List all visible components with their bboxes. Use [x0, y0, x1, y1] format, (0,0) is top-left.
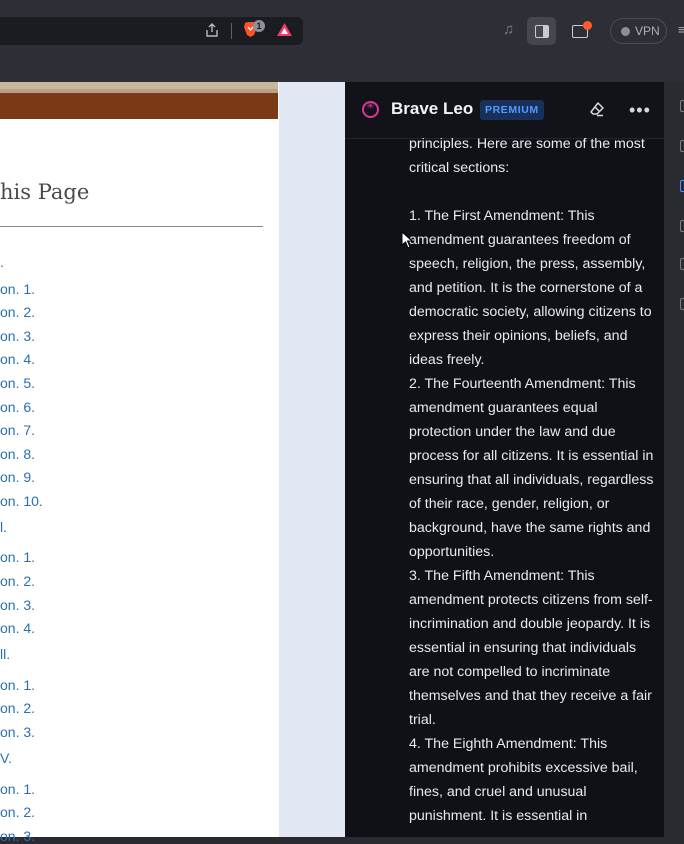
- toc-link[interactable]: on. 7.: [0, 422, 35, 438]
- toc-link[interactable]: on. 6.: [0, 399, 35, 415]
- browser-sidebar-strip: [664, 82, 684, 837]
- brave-rewards-icon[interactable]: [276, 22, 293, 37]
- leo-sidebar-panel: Brave Leo PREMIUM ••• principles. Here a…: [345, 82, 664, 837]
- toc-link[interactable]: on. 9.: [0, 469, 35, 485]
- toc-link[interactable]: on. 10.: [0, 493, 43, 509]
- toc-link[interactable]: on. 4.: [0, 620, 35, 636]
- sidebar-strip-icon[interactable]: [680, 140, 684, 152]
- wallet-notification-dot: [583, 21, 592, 30]
- sidebar-icon: [535, 25, 549, 38]
- toc-link[interactable]: on. 1.: [0, 549, 35, 565]
- toolbar-separator: [231, 23, 232, 39]
- more-options-icon[interactable]: •••: [629, 100, 651, 121]
- leo-header: Brave Leo PREMIUM •••: [345, 82, 664, 139]
- page-banner-image: [0, 82, 278, 119]
- toc-link[interactable]: on. 1.: [0, 281, 35, 297]
- sidebar-strip-icon[interactable]: [680, 298, 684, 310]
- response-item-4: 4. The Eighth Amendment: This amendment …: [409, 736, 638, 824]
- toc-link[interactable]: on. 1.: [0, 677, 35, 693]
- mouse-cursor-icon: [401, 231, 413, 249]
- sidebar-strip-icon[interactable]: [680, 220, 684, 232]
- response-item-3: 3. The Fifth Amendment: This amendment p…: [409, 568, 653, 728]
- response-intro: principles. Here are some of the most cr…: [409, 136, 645, 176]
- vpn-status-dot: [621, 27, 630, 36]
- toc-link[interactable]: l.: [0, 519, 7, 535]
- menu-icon[interactable]: ≡: [678, 22, 684, 37]
- vpn-button[interactable]: VPN: [610, 18, 667, 44]
- premium-badge: PREMIUM: [480, 100, 544, 120]
- toc-link[interactable]: on. 2.: [0, 700, 35, 716]
- leo-logo-icon: [362, 101, 379, 118]
- toc-link[interactable]: on. 3.: [0, 724, 35, 740]
- response-item-1: 1. The First Amendment: This amendment g…: [409, 208, 652, 368]
- toc-link[interactable]: V.: [0, 750, 12, 766]
- sidebar-strip-icon[interactable]: [680, 100, 684, 112]
- toc-link[interactable]: on. 2.: [0, 804, 35, 820]
- toc-link[interactable]: ll.: [0, 646, 10, 662]
- browser-toolbar: 1 ♫ VPN ≡: [0, 0, 684, 82]
- shields-count-badge: 1: [253, 20, 265, 32]
- document-column: his Page . on. 1. on. 2. on. 3. on. 4. on. 5.…: [0, 82, 279, 844]
- leo-title: Brave Leo: [391, 99, 474, 118]
- eraser-icon[interactable]: [589, 101, 605, 117]
- toc-link[interactable]: .: [0, 254, 4, 270]
- media-icon[interactable]: ♫: [503, 22, 514, 37]
- sidebar-toggle-button[interactable]: [527, 17, 556, 45]
- sidebar-strip-icon[interactable]: [680, 258, 684, 270]
- share-icon[interactable]: [205, 23, 219, 38]
- toc-link[interactable]: on. 5.: [0, 375, 35, 391]
- toc-link[interactable]: on. 2.: [0, 573, 35, 589]
- leo-strip-icon[interactable]: [680, 180, 684, 192]
- toc-link[interactable]: on. 2.: [0, 304, 35, 320]
- leo-response-message: principles. Here are some of the most cr…: [409, 132, 654, 828]
- section-heading: his Page: [0, 180, 90, 204]
- heading-divider: [0, 226, 263, 227]
- toc-link[interactable]: on. 8.: [0, 446, 35, 462]
- toc-link[interactable]: on. 3.: [0, 328, 35, 344]
- vpn-label: VPN: [635, 24, 660, 38]
- toc-link[interactable]: on. 3.: [0, 828, 35, 844]
- response-item-2: 2. The Fourteenth Amendment: This amendm…: [409, 376, 654, 560]
- toc-link[interactable]: on. 3.: [0, 597, 35, 613]
- web-page: his Page . on. 1. on. 2. on. 3. on. 4. on. 5.…: [0, 82, 345, 844]
- toc-link[interactable]: on. 4.: [0, 351, 35, 367]
- toc-link[interactable]: on. 1.: [0, 781, 35, 797]
